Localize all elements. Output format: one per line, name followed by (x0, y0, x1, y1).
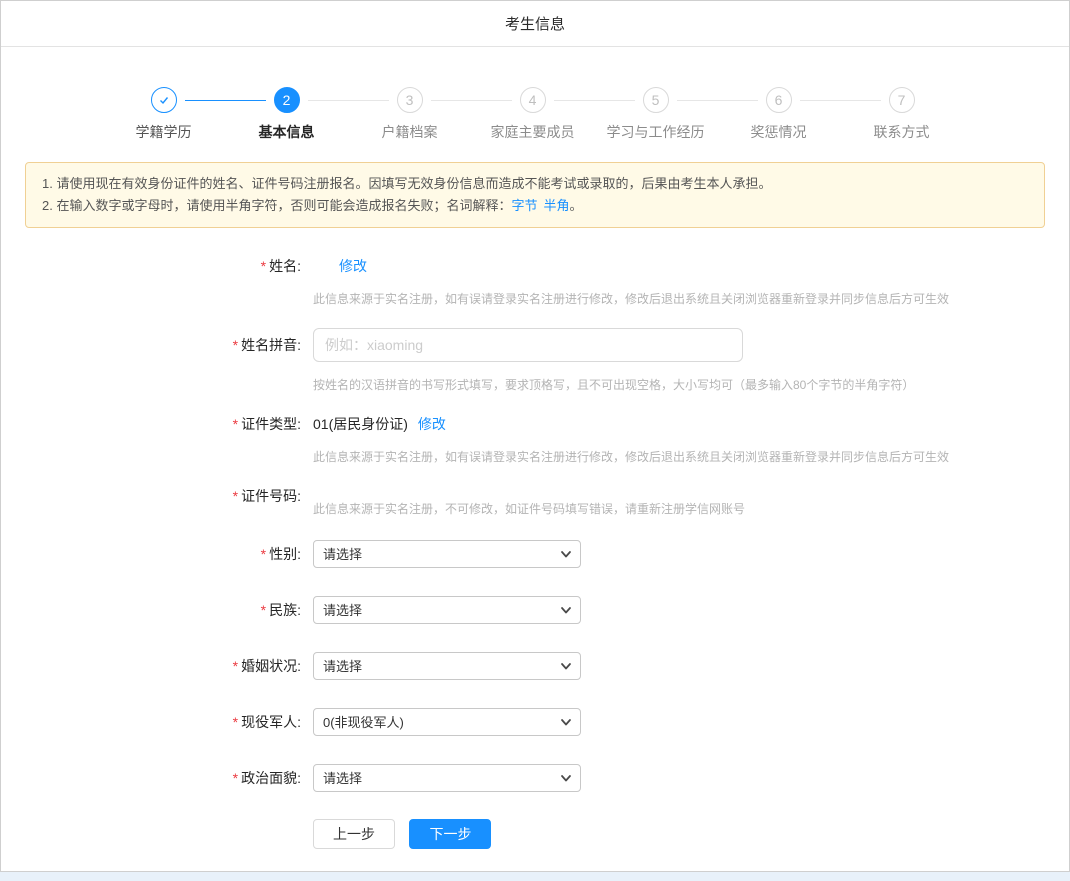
step-number: 6 (775, 92, 783, 108)
step-item-experience: 5 学习与工作经历 (594, 87, 717, 142)
ethnicity-label: *民族: (1, 596, 313, 624)
required-asterisk: * (261, 546, 266, 562)
step-circle: 6 (766, 87, 792, 113)
ethnicity-row: *民族: 请选择 (1, 596, 1069, 624)
required-asterisk: * (233, 658, 238, 674)
pinyin-label-text: 姓名拼音: (241, 337, 301, 353)
notice-line-1: 1. 请使用现在有效身份证件的姓名、证件号码注册报名。因填写无效身份信息而造成不… (42, 173, 1028, 195)
marital-status-select[interactable]: 请选择 (313, 652, 581, 680)
step-item-xueji: 学籍学历 (102, 87, 225, 142)
notice-box: 1. 请使用现在有效身份证件的姓名、证件号码注册报名。因填写无效身份信息而造成不… (25, 162, 1045, 228)
required-asterisk: * (233, 416, 238, 432)
notice-line-2: 2. 在输入数字或字母时，请使用半角字符，否则可能会造成报名失败；名词解释：字节… (42, 195, 1028, 217)
gender-select-wrap: 请选择 (313, 540, 581, 568)
next-step-button[interactable]: 下一步 (409, 819, 491, 849)
cert-no-help-text: 此信息来源于实名注册，不可修改，如证件号码填写错误，请重新注册学信网账号 (313, 502, 1069, 516)
pinyin-row: *姓名拼音: 按姓名的汉语拼音的书写形式填写，要求顶格写，且不可出现空格，大小写… (1, 328, 1069, 392)
pinyin-label: *姓名拼音: (1, 328, 313, 392)
marital-status-row: *婚姻状况: 请选择 (1, 652, 1069, 680)
step-item-basic-info: 2 基本信息 (225, 87, 348, 142)
cert-type-value: 01(居民身份证) (313, 416, 408, 432)
step-item-family: 4 家庭主要成员 (471, 87, 594, 142)
step-circle: 4 (520, 87, 546, 113)
military-service-select[interactable]: 0(非现役军人) (313, 708, 581, 736)
pinyin-input[interactable] (313, 328, 743, 362)
step-label: 联系方式 (874, 122, 930, 142)
required-asterisk: * (233, 337, 238, 353)
notice-line-2-suffix: 。 (570, 198, 583, 213)
candidate-info-page: 考生信息 学籍学历 2 基本信息 3 户籍档案 4 家庭主要成员 5 学习与工作… (0, 0, 1070, 872)
required-asterisk: * (233, 488, 238, 504)
step-circle-current: 2 (274, 87, 300, 113)
marital-status-label-text: 婚姻状况: (241, 658, 301, 674)
basic-info-form: *姓名: 修改 此信息来源于实名注册，如有误请登录实名注册进行修改，修改后退出系… (1, 256, 1069, 849)
byte-term-link[interactable]: 字节 (511, 198, 537, 213)
required-asterisk: * (261, 258, 266, 274)
halfwidth-term-link[interactable]: 半角 (543, 198, 569, 213)
step-label: 基本信息 (259, 122, 315, 142)
gender-label-text: 性别: (269, 546, 301, 562)
step-circle: 5 (643, 87, 669, 113)
ethnicity-select-wrap: 请选择 (313, 596, 581, 624)
cert-type-modify-link[interactable]: 修改 (418, 416, 446, 432)
cert-type-label: *证件类型: (1, 414, 313, 464)
prev-step-button[interactable]: 上一步 (313, 819, 395, 849)
required-asterisk: * (233, 714, 238, 730)
step-label: 奖惩情况 (751, 122, 807, 142)
step-label: 户籍档案 (382, 122, 438, 142)
political-status-row: *政治面貌: 请选择 (1, 764, 1069, 792)
gender-select[interactable]: 请选择 (313, 540, 581, 568)
political-status-select-wrap: 请选择 (313, 764, 581, 792)
step-number: 2 (283, 92, 291, 108)
cert-no-row: *证件号码: 此信息来源于实名注册，不可修改，如证件号码填写错误，请重新注册学信… (1, 486, 1069, 516)
gender-row: *性别: 请选择 (1, 540, 1069, 568)
step-circle-done (151, 87, 177, 113)
name-help-text: 此信息来源于实名注册，如有误请登录实名注册进行修改，修改后退出系统且关闭浏览器重… (313, 292, 1069, 306)
step-number: 7 (898, 92, 906, 108)
check-icon (158, 94, 170, 106)
required-asterisk: * (233, 770, 238, 786)
step-label: 学习与工作经历 (607, 122, 705, 142)
required-asterisk: * (261, 602, 266, 618)
step-item-rewards: 6 奖惩情况 (717, 87, 840, 142)
cert-type-row: *证件类型: 01(居民身份证) 修改 此信息来源于实名注册，如有误请登录实名注册… (1, 414, 1069, 464)
step-item-contact: 7 联系方式 (840, 87, 963, 142)
step-label: 家庭主要成员 (491, 122, 575, 142)
step-number: 5 (652, 92, 660, 108)
pinyin-help-text: 按姓名的汉语拼音的书写形式填写，要求顶格写，且不可出现空格，大小写均可（最多输入… (313, 378, 1069, 392)
step-number: 3 (406, 92, 414, 108)
ethnicity-label-text: 民族: (269, 602, 301, 618)
military-service-row: *现役军人: 0(非现役军人) (1, 708, 1069, 736)
marital-status-label: *婚姻状况: (1, 652, 313, 680)
political-status-label: *政治面貌: (1, 764, 313, 792)
page-header: 考生信息 (1, 1, 1069, 47)
ethnicity-select[interactable]: 请选择 (313, 596, 581, 624)
cert-no-label-text: 证件号码: (241, 488, 301, 504)
stepper: 学籍学历 2 基本信息 3 户籍档案 4 家庭主要成员 5 学习与工作经历 6 … (1, 47, 1069, 142)
military-service-select-wrap: 0(非现役军人) (313, 708, 581, 736)
page-title: 考生信息 (505, 13, 565, 34)
step-number: 4 (529, 92, 537, 108)
military-service-label-text: 现役军人: (241, 714, 301, 730)
political-status-label-text: 政治面貌: (241, 770, 301, 786)
name-label: *姓名: (1, 256, 313, 306)
cert-type-help-text: 此信息来源于实名注册，如有误请登录实名注册进行修改，修改后退出系统且关闭浏览器重… (313, 450, 1069, 464)
form-buttons-row: 上一步 下一步 (1, 819, 1069, 849)
marital-status-select-wrap: 请选择 (313, 652, 581, 680)
buttons-spacer (1, 819, 313, 849)
step-label: 学籍学历 (136, 122, 192, 142)
political-status-select[interactable]: 请选择 (313, 764, 581, 792)
name-row: *姓名: 修改 此信息来源于实名注册，如有误请登录实名注册进行修改，修改后退出系… (1, 256, 1069, 306)
cert-no-label: *证件号码: (1, 486, 313, 516)
cert-type-label-text: 证件类型: (241, 416, 301, 432)
step-circle: 3 (397, 87, 423, 113)
step-circle: 7 (889, 87, 915, 113)
notice-line-2-text: 2. 在输入数字或字母时，请使用半角字符，否则可能会造成报名失败；名词解释： (42, 198, 511, 213)
military-service-label: *现役军人: (1, 708, 313, 736)
gender-label: *性别: (1, 540, 313, 568)
name-label-text: 姓名: (269, 258, 301, 274)
step-item-huji: 3 户籍档案 (348, 87, 471, 142)
name-modify-link[interactable]: 修改 (339, 258, 367, 274)
